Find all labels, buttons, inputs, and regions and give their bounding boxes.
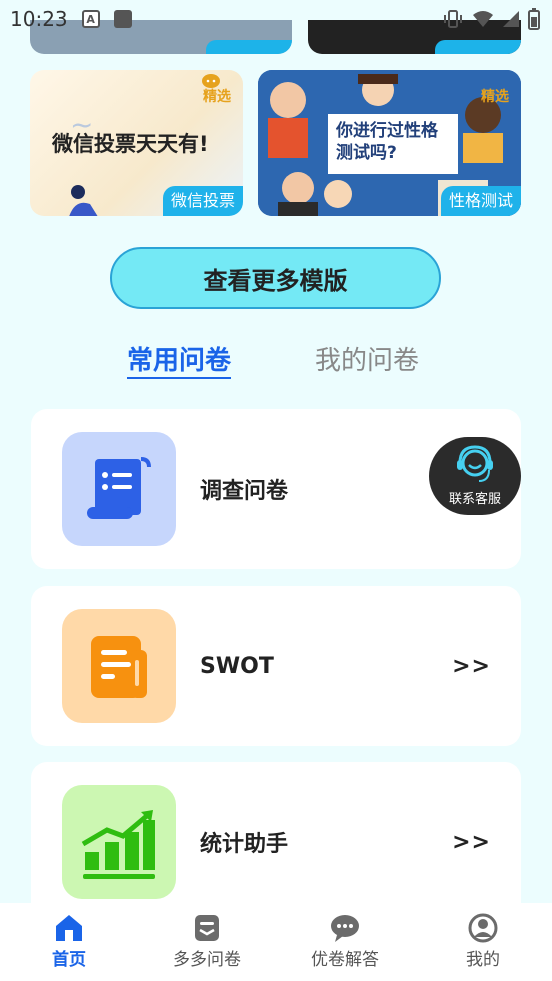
list-item-swot[interactable]: SWOT >>: [31, 586, 521, 746]
nav-home[interactable]: 首页: [0, 903, 138, 981]
item-label: 调查问卷: [200, 479, 289, 504]
banner-badge: 性格测试: [440, 186, 521, 216]
featured-label: 精选: [481, 89, 509, 105]
document-icon: [62, 609, 176, 723]
banner-wechat-vote[interactable]: ~ 精选 微信投票天天有! 微信投票: [30, 70, 243, 216]
nav-surveys[interactable]: 多多问卷: [138, 903, 276, 981]
banner-personality-test[interactable]: 你进行过性格测试吗? 精选 性格测试: [258, 70, 521, 216]
wifi-icon: [473, 11, 493, 27]
tab-my-surveys[interactable]: 我的问卷: [315, 340, 419, 377]
tab-common-surveys[interactable]: 常用问卷: [127, 340, 232, 379]
item-arrow: >>: [452, 829, 491, 855]
customer-service-label: 联系客服: [448, 492, 501, 507]
profile-icon: [468, 913, 498, 943]
home-icon: [56, 915, 82, 941]
customer-service-button[interactable]: 联系客服: [429, 437, 521, 515]
more-templates-button[interactable]: 查看更多模版: [110, 247, 441, 309]
status-time: 10:23: [10, 7, 68, 31]
vibrate-icon: [444, 10, 462, 28]
bar-chart-icon: [62, 785, 176, 899]
banner-badge: 微信投票: [162, 186, 243, 216]
app-notification-icon: [113, 10, 132, 28]
chat-icon: [331, 915, 359, 942]
nav-label: 我的: [466, 950, 500, 970]
list-item-stats[interactable]: 统计助手 >>: [31, 762, 521, 922]
nav-answers[interactable]: 优卷解答: [276, 903, 414, 981]
bottom-nav: 首页 多多问卷 优卷解答 我的: [0, 903, 552, 981]
nav-label: 优卷解答: [311, 950, 379, 970]
banner-headline: 微信投票天天有!: [52, 132, 209, 156]
headset-icon: [457, 445, 493, 482]
battery-icon: [528, 8, 540, 30]
item-label: 统计助手: [200, 832, 289, 857]
item-label: SWOT: [200, 653, 274, 679]
banner-headline: 你进行过性格测试吗?: [328, 114, 458, 174]
nav-label: 多多问卷: [173, 950, 241, 970]
nav-profile[interactable]: 我的: [414, 903, 552, 981]
font-notification-icon: A: [81, 10, 100, 28]
signal-icon: [503, 11, 519, 27]
nav-label: 首页: [52, 950, 86, 970]
item-arrow: >>: [452, 653, 491, 679]
banner-strip-tag: [435, 40, 521, 54]
status-bar: 10:23 A: [0, 0, 552, 38]
survey-icon: [195, 915, 219, 941]
person-illustration: [69, 185, 98, 216]
banner-strip-tag: [206, 40, 292, 54]
scroll-document-icon: [62, 432, 176, 546]
featured-label: 精选: [203, 89, 231, 105]
